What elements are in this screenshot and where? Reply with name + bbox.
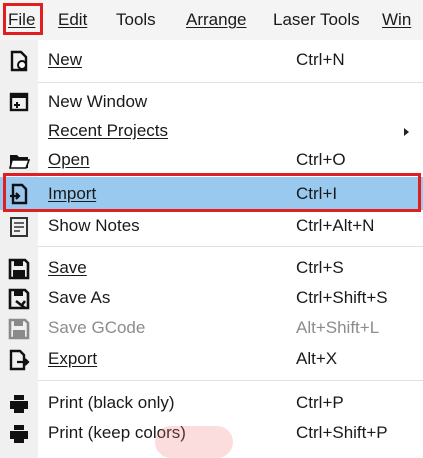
menu-item-show-notes[interactable]: Show Notes Ctrl+Alt+N [0, 212, 423, 240]
menu-item-export[interactable]: Export Alt+X [0, 345, 423, 373]
new-window-icon [8, 92, 30, 114]
file-menu-dropdown: New Ctrl+N New Window Recent Projects Op… [0, 40, 423, 458]
menu-item-shortcut: Ctrl+I [296, 184, 338, 203]
menu-item-recent-projects[interactable]: Recent Projects [0, 117, 423, 145]
menu-item-new[interactable]: New Ctrl+N [0, 46, 423, 74]
menu-item-label: Import [48, 184, 97, 203]
menu-item-label: Save GCode [48, 318, 146, 337]
separator [38, 246, 423, 247]
import-icon [8, 183, 30, 205]
save-icon [8, 258, 30, 280]
menu-item-label: New [48, 50, 83, 69]
menu-item-import[interactable]: Import Ctrl+I [0, 177, 423, 210]
menu-window[interactable]: Win [382, 9, 411, 31]
watermark-logo [155, 426, 233, 458]
menu-item-shortcut: Ctrl+P [296, 393, 344, 412]
printer-icon [8, 393, 30, 415]
save-as-text: Save As [48, 288, 111, 307]
menu-item-shortcut: Ctrl+O [296, 150, 346, 169]
notes-icon [8, 216, 30, 238]
menu-item-new-window[interactable]: New Window [0, 88, 423, 116]
menu-item-label: Export [48, 349, 98, 368]
folder-icon [8, 150, 31, 172]
menu-item-label: Print (black only) [48, 393, 175, 412]
submenu-arrow-icon [404, 128, 409, 136]
menu-item-save-as[interactable]: Save As Ctrl+Shift+S [0, 284, 423, 312]
menu-item-label: Show Notes [48, 216, 140, 235]
menu-item-label: New Window [48, 92, 148, 111]
menu-item-save-gcode[interactable]: Save GCode Alt+Shift+L [0, 314, 423, 342]
export-icon [8, 349, 30, 371]
menu-edit[interactable]: Edit [58, 9, 87, 31]
save-gcode-icon [8, 318, 30, 340]
menu-item-shortcut: Alt+X [296, 349, 338, 368]
menu-item-shortcut: Ctrl+Alt+N [296, 216, 375, 235]
menu-item-shortcut: Alt+Shift+L [296, 318, 380, 337]
menu-item-shortcut: Ctrl+N [296, 50, 345, 69]
menu-file[interactable]: File [8, 9, 35, 31]
menu-item-label: Open [48, 150, 90, 169]
menu-item-shortcut: Ctrl+Shift+P [296, 423, 388, 442]
menu-item-open[interactable]: Open Ctrl+O [0, 146, 423, 174]
menu-item-label: Save [48, 258, 87, 277]
save-as-icon [8, 288, 30, 310]
new-file-icon [8, 50, 30, 72]
menu-item-shortcut: Ctrl+Shift+S [296, 288, 388, 307]
printer-color-icon [8, 423, 30, 445]
menu-item-save[interactable]: Save Ctrl+S [0, 254, 423, 282]
menu-item-print-black[interactable]: Print (black only) Ctrl+P [0, 389, 423, 417]
separator [38, 82, 423, 83]
menu-laser-tools[interactable]: Laser Tools [273, 9, 360, 31]
menu-item-label: Recent Projects [48, 121, 168, 140]
menu-tools[interactable]: Tools [116, 9, 156, 31]
menu-arrange[interactable]: Arrange [186, 9, 246, 31]
menu-bar: File Edit Tools Arrange Laser Tools Win [0, 0, 423, 41]
menu-item-shortcut: Ctrl+S [296, 258, 344, 277]
separator [38, 380, 423, 381]
menu-item-label: Save As [48, 287, 110, 309]
